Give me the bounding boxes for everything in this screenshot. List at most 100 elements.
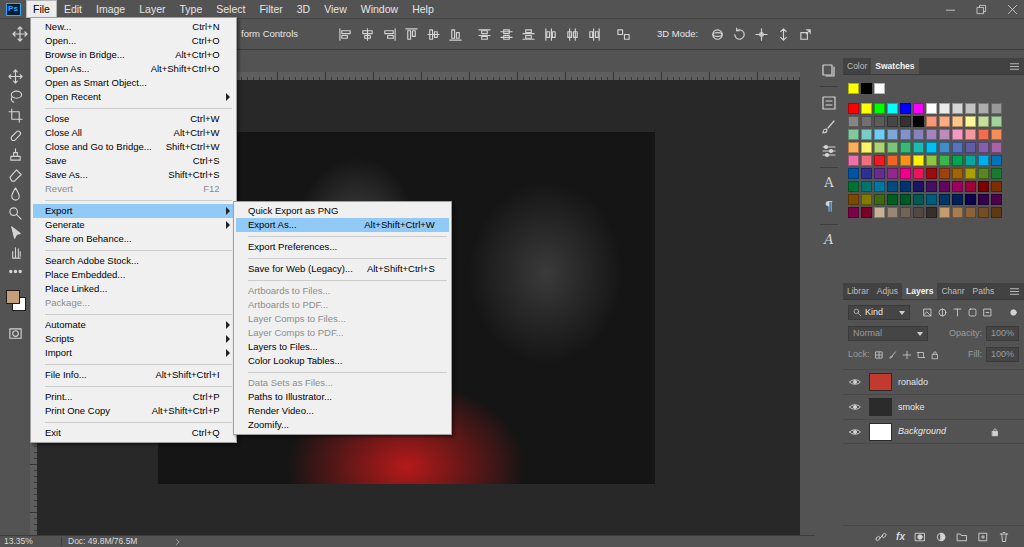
kind-filter-dropdown[interactable]: Kind [848,305,910,320]
properties-icon[interactable] [821,95,837,111]
menu-item[interactable]: Layers to Files... [236,340,449,354]
eraser-tool-icon[interactable] [8,167,23,182]
swatch[interactable] [887,168,898,179]
menu-item[interactable]: Color Lookup Tables... [236,354,449,368]
menu-item[interactable]: Open as Smart Object... [33,76,234,90]
swatch[interactable] [991,116,1002,127]
layer-thumbnail[interactable] [869,423,892,441]
swatch[interactable] [939,142,950,153]
zoom-level[interactable]: 13.35% [0,537,62,546]
panel-menu-icon[interactable] [1009,61,1020,72]
swatch[interactable] [991,207,1002,218]
swatch[interactable] [874,168,885,179]
swatch[interactable] [991,129,1002,140]
layer-thumbnail[interactable] [869,373,892,391]
eye-icon[interactable] [849,401,861,413]
swatch[interactable] [900,181,911,192]
pan-3d-icon[interactable] [754,27,769,42]
align-top-icon[interactable] [404,27,419,42]
path-select-tool-icon[interactable] [8,225,23,240]
swatch[interactable] [926,155,937,166]
menu-item[interactable]: Scripts [33,332,234,346]
menu-bar-item[interactable]: Layer [132,0,172,18]
swatch[interactable] [965,194,976,205]
visibility-toggle[interactable] [849,426,863,438]
tool-button[interactable] [3,106,27,126]
lock-artboard-icon[interactable] [916,350,926,360]
swatch[interactable] [991,155,1002,166]
swatch[interactable] [978,155,989,166]
lock-all-icon[interactable] [930,350,940,360]
menu-item[interactable]: CloseCtrl+W [33,112,234,126]
swatch[interactable] [952,207,963,218]
swatch[interactable] [965,103,976,114]
panel-tab[interactable]: Color [843,58,871,74]
align-hcenter-icon[interactable] [360,27,375,42]
menu-bar-item[interactable]: Help [405,0,441,18]
swatch[interactable] [848,103,859,114]
swatch[interactable] [926,207,937,218]
transform-controls-label[interactable]: form Controls [241,28,298,39]
adjustments-icon[interactable] [821,143,837,159]
menu-item[interactable]: Close AllAlt+Ctrl+W [33,126,234,140]
swatch[interactable] [978,142,989,153]
align-bottom-icon[interactable] [448,27,463,42]
swatch[interactable] [952,181,963,192]
crop-tool-icon[interactable] [8,108,23,123]
swatch[interactable] [900,168,911,179]
menu-item[interactable]: Place Linked... [33,282,234,296]
panel-menu-button[interactable] [1009,283,1024,299]
shape-filter-icon[interactable] [967,307,978,318]
panel-menu-button[interactable] [1009,58,1024,74]
align-vcenter-icon[interactable] [426,27,441,42]
swatch[interactable] [861,168,872,179]
swatch[interactable] [887,116,898,127]
swatch[interactable] [874,129,885,140]
tool-button[interactable] [3,262,27,282]
roll-3d-icon[interactable] [732,27,747,42]
swatch[interactable] [991,142,1002,153]
swatch[interactable] [913,103,924,114]
tool-button[interactable] [3,126,27,146]
distribute-bottom-icon[interactable] [521,27,536,42]
visibility-toggle[interactable] [849,376,863,388]
panel-menu-icon[interactable] [1009,286,1020,297]
swatch[interactable] [952,155,963,166]
layer-mask-icon[interactable] [914,531,926,543]
swatch[interactable] [939,116,950,127]
menu-item[interactable]: Print One CopyAlt+Shift+Ctrl+P [33,404,234,418]
menu-bar-item[interactable]: View [317,0,354,18]
swatch[interactable] [900,103,911,114]
layer-style-button[interactable]: fx [896,531,905,543]
swatch[interactable] [939,181,950,192]
layer-row[interactable]: smoke [843,394,1024,419]
adjustment-layer-icon[interactable] [935,531,947,543]
swatch[interactable] [952,194,963,205]
delete-layer-icon[interactable] [998,531,1010,543]
swatch[interactable] [952,168,963,179]
swatch[interactable] [887,207,898,218]
eye-icon[interactable] [849,376,861,388]
healing-tool-icon[interactable] [8,128,23,143]
tool-button[interactable] [3,184,27,204]
menu-item[interactable]: Open Recent [33,90,234,104]
swatch[interactable] [913,129,924,140]
lasso-tool-icon[interactable] [8,89,23,104]
swatch[interactable] [900,207,911,218]
swatch[interactable] [848,194,859,205]
swatch[interactable] [978,116,989,127]
more-tools-icon[interactable] [8,264,23,279]
layer-name[interactable]: ronaldo [898,377,984,388]
menu-bar-item[interactable]: Filter [252,0,289,18]
tool-button[interactable] [3,67,27,87]
menu-item[interactable]: Close and Go to Bridge...Shift+Ctrl+W [33,140,234,154]
swatch[interactable] [952,129,963,140]
panel-tab[interactable]: Chanr [937,283,968,299]
auto-align-icon[interactable] [616,27,631,42]
swatch[interactable] [848,207,859,218]
menu-item[interactable]: Quick Export as PNG [236,204,449,218]
swatch[interactable] [848,116,859,127]
menu-bar-item[interactable]: Type [172,0,209,18]
swatch[interactable] [913,181,924,192]
scale-3d-icon[interactable] [798,27,813,42]
